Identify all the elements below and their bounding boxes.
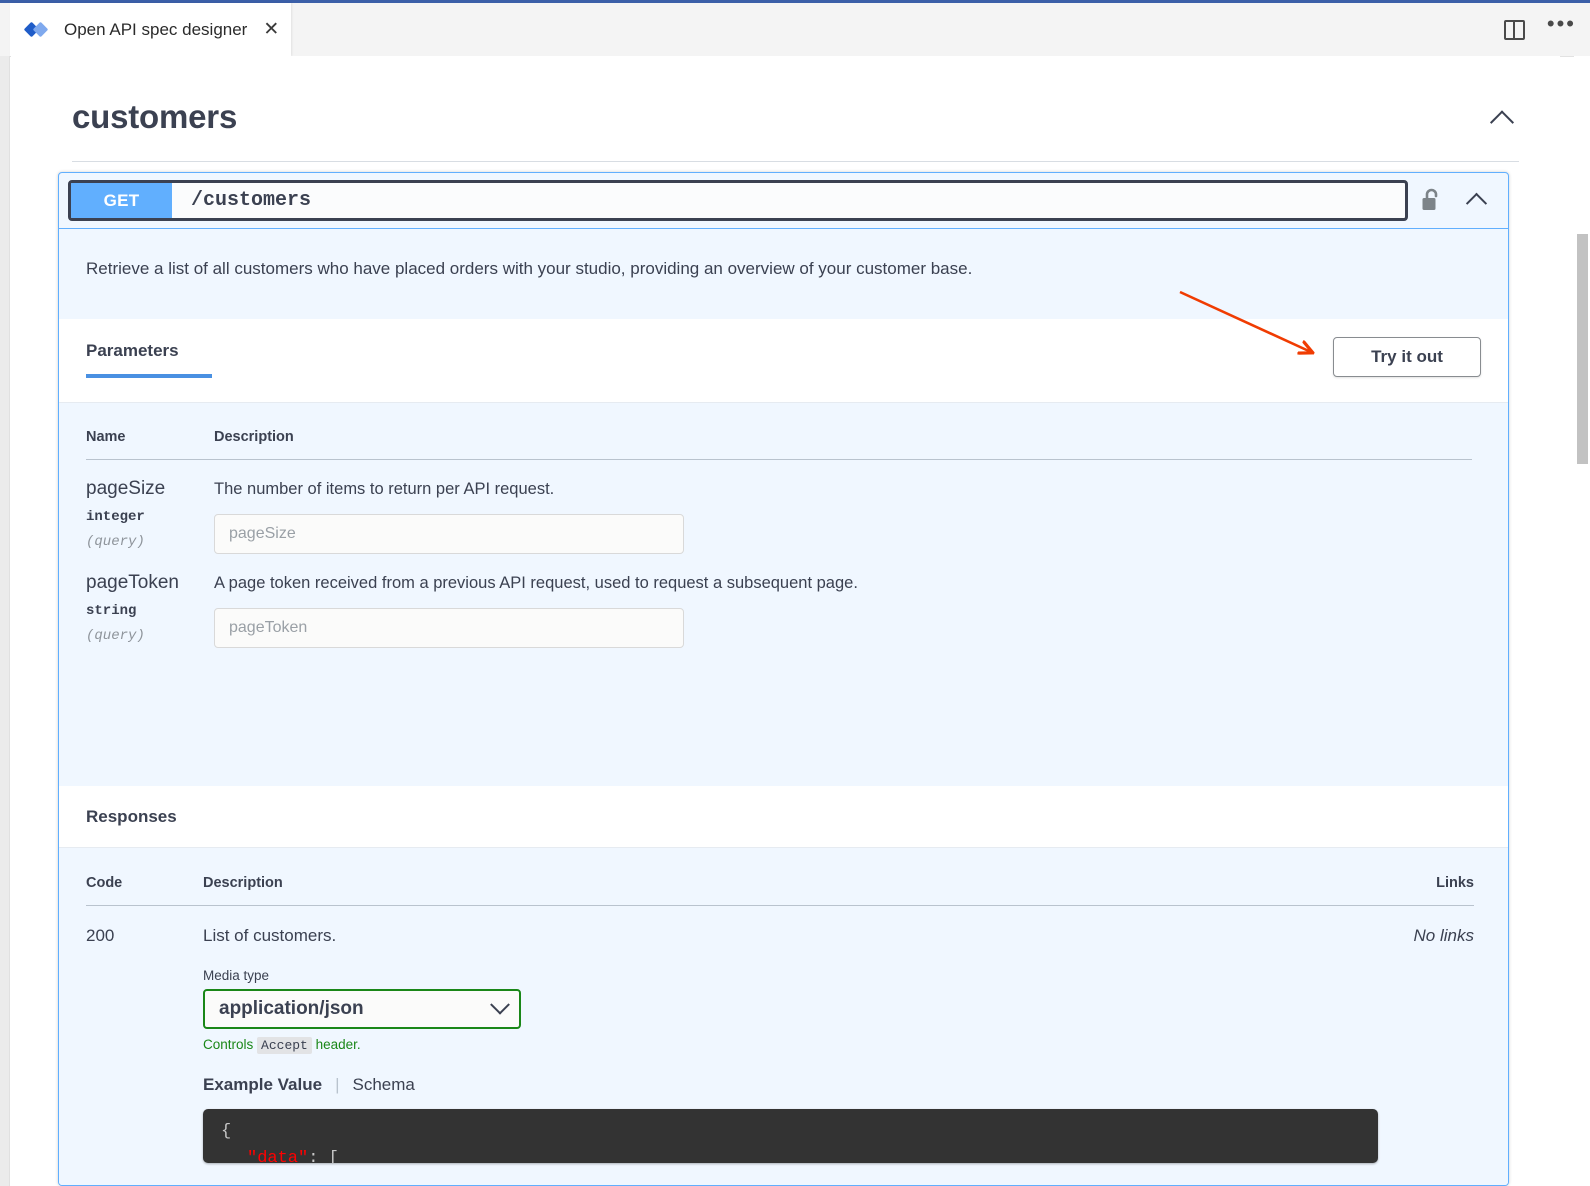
operation-block-get-customers: GET /customers Retrieve a list of all cu… [58,172,1509,1186]
response-links-cell: No links [1362,906,1474,1164]
table-row: pageToken string (query) A page token re… [86,554,1472,648]
column-header-code: Code [86,875,203,906]
operation-summary[interactable]: GET /customers [59,173,1508,229]
code-line: { [221,1118,1378,1145]
parameter-description-cell: The number of items to return per API re… [214,460,1472,555]
media-type-help-suffix: header. [316,1037,361,1052]
page-title: customers [72,100,237,133]
accept-header-code: Accept [257,1037,312,1054]
tab-example-value[interactable]: Example Value [203,1075,322,1095]
code-bracket: [ [329,1149,339,1163]
try-it-out-button[interactable]: Try it out [1333,337,1481,377]
media-type-help-prefix: Controls [203,1037,253,1052]
tab-schema[interactable]: Schema [353,1075,415,1095]
response-code: 200 [86,926,203,946]
spec-preview-canvas: customers GET /customers Retrieve a list [11,56,1560,1186]
diamonds-icon [26,20,52,40]
media-type-help: Controls Accept header. [203,1037,1362,1053]
responses-title: Responses [86,807,177,827]
chevron-up-icon-section[interactable] [1485,102,1519,136]
parameter-location: (query) [86,628,214,644]
parameter-type: string [86,603,214,619]
response-description-cell: List of customers. Media type applicatio… [203,906,1362,1164]
parameter-name: pageSize [86,478,214,500]
responses-section: Code Description Links 200 List of custo… [59,848,1508,1186]
parameter-name-cell: pageSize integer (query) [86,460,214,555]
editor-tabstrip: Open API spec designer ✕ ••• [0,3,1590,57]
parameter-location: (query) [86,534,214,550]
unlocked-padlock-icon[interactable] [1408,188,1454,213]
code-line: "data": [ [221,1145,1378,1163]
parameter-type: integer [86,509,214,525]
tab-parameters[interactable]: Parameters [86,341,179,361]
code-colon: : [308,1149,318,1163]
column-header-description: Description [214,429,1472,460]
response-code-cell: 200 [86,906,203,1164]
tabstrip-actions: ••• [1504,3,1576,56]
http-method-badge: GET [71,183,172,218]
column-header-name: Name [86,429,214,460]
parameter-description: A page token received from a previous AP… [214,574,1472,593]
tab-parameters-underline [86,374,212,378]
more-options-icon[interactable]: ••• [1547,13,1576,35]
table-row: 200 List of customers. Media type applic… [86,906,1474,1164]
parameters-table-header: Name Description [86,429,1472,460]
operation-tabbar: Parameters Try it out [59,319,1508,403]
example-value-codeblock[interactable]: { "data": [ [203,1109,1378,1163]
responses-table: Code Description Links 200 List of custo… [86,875,1474,1163]
close-icon[interactable]: ✕ [259,18,283,41]
vertical-scrollbar-thumb[interactable] [1577,234,1588,464]
parameter-description-cell: A page token received from a previous AP… [214,554,1472,648]
split-editor-icon[interactable] [1504,20,1525,40]
media-type-label: Media type [203,968,1362,983]
tab-open-api-spec-designer[interactable]: Open API spec designer ✕ [10,3,291,56]
responses-header: Responses [59,786,1508,848]
operation-path: /customers [172,183,1405,218]
column-header-links: Links [1362,875,1474,906]
chevron-up-icon-operation[interactable] [1454,193,1498,208]
tab-label: Open API spec designer [64,20,247,40]
table-row: pageSize integer (query) The number of i… [86,460,1472,555]
responses-table-header: Code Description Links [86,875,1474,906]
parameter-name: pageToken [86,572,214,594]
chevron-down-icon [490,995,510,1015]
left-gutter [0,56,10,1186]
media-type-value: application/json [219,998,493,1020]
response-links: No links [1362,926,1474,946]
page-size-input[interactable] [214,514,684,554]
tab-separator: | [335,1075,339,1095]
parameter-description: The number of items to return per API re… [214,480,1472,499]
response-description: List of customers. [203,926,1362,946]
code-key: "data" [247,1149,308,1163]
column-header-description: Description [203,875,1362,906]
parameter-name-cell: pageToken string (query) [86,554,214,648]
section-header: customers [72,100,1519,162]
page-token-input[interactable] [214,608,684,648]
media-type-select[interactable]: application/json [203,989,521,1029]
code-brace: { [221,1122,231,1141]
parameters-section: Name Description pageSize integer (query… [59,403,1508,786]
parameters-table: Name Description pageSize integer (query… [86,429,1472,648]
example-tabs: Example Value | Schema [203,1075,1362,1095]
vertical-scrollbar-track[interactable] [1574,56,1590,1186]
operation-description: Retrieve a list of all customers who hav… [59,229,1508,319]
operation-pathbar[interactable]: GET /customers [68,180,1408,221]
